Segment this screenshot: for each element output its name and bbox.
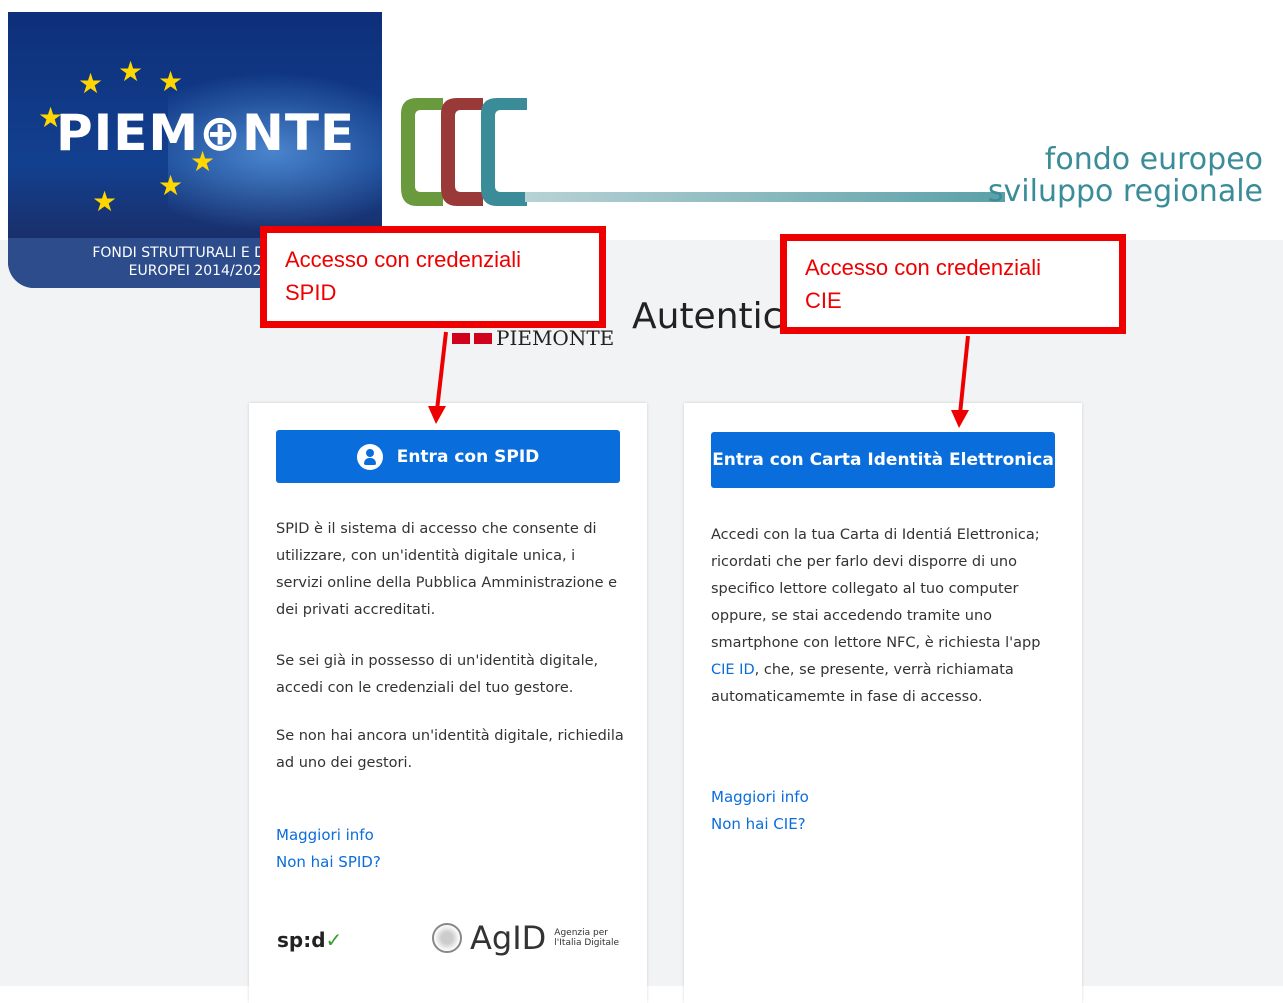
logo-text: PIEMONTE xyxy=(496,326,615,350)
spid-no-account-link[interactable]: Non hai SPID? xyxy=(276,849,381,876)
spid-login-button-label: Entra con SPID xyxy=(396,446,540,467)
spid-more-info-link[interactable]: Maggiori info xyxy=(276,822,381,849)
cie-annotation-line2: CIE xyxy=(805,288,842,313)
cie-no-account-link[interactable]: Non hai CIE? xyxy=(711,811,809,838)
spid-logo-text: sp:d xyxy=(277,928,326,952)
fesr-text: fondo europeo sviluppo regionale xyxy=(988,144,1263,208)
user-icon xyxy=(356,443,383,470)
agid-subtitle-line1: Agenzia per xyxy=(554,928,608,938)
fesr-ccc-mark xyxy=(401,98,527,206)
fesr-bar xyxy=(525,192,1005,202)
fesr-text-line2: sviluppo regionale xyxy=(987,174,1263,209)
cie-id-app-link[interactable]: CIE ID xyxy=(711,662,755,678)
eu-star-icon: ★ xyxy=(92,185,118,218)
spid-description-2: Se sei già in possesso di un'identità di… xyxy=(276,653,599,696)
logo-square-left xyxy=(452,332,470,344)
spid-login-button[interactable]: Entra con SPID xyxy=(276,430,620,483)
eu-star-icon: ★ xyxy=(158,65,184,98)
agid-logo-text: AgID xyxy=(470,919,547,957)
spid-annotation-line1: Accesso con credenziali xyxy=(285,247,522,272)
spid-card: Entra con SPID SPID è il sistema di acce… xyxy=(249,403,647,1003)
cie-description-text: Accedi con la tua Carta di Identiá Elett… xyxy=(711,527,1041,651)
spid-description-1: SPID è il sistema di accesso che consent… xyxy=(276,521,618,618)
cie-description-text-end: , che, se presente, verrà richiamata aut… xyxy=(711,662,1014,705)
spid-logo: sp:d✓ xyxy=(277,928,342,952)
cie-more-info-link[interactable]: Maggiori info xyxy=(711,784,809,811)
cie-card: Entra con Carta Identità Elettronica Acc… xyxy=(684,403,1082,1003)
spid-description-3: Se non hai ancora un'identità digitale, … xyxy=(276,728,624,771)
cie-annotation-line1: Accesso con credenziali xyxy=(805,255,1042,280)
eu-star-icon: ★ xyxy=(158,169,184,202)
agid-logo-subtitle: Agenzia per l'Italia Digitale xyxy=(554,928,619,948)
logo-square-right xyxy=(474,332,492,344)
eu-star-icon: ★ xyxy=(118,55,144,88)
spid-annotation-callout: Accesso con credenziali SPID xyxy=(260,226,606,328)
cie-login-button-label: Entra con Carta Identità Elettronica xyxy=(712,450,1054,470)
spid-annotation-line2: SPID xyxy=(285,280,337,305)
spid-links: Maggiori info Non hai SPID? xyxy=(276,822,381,876)
agid-subtitle-line2: l'Italia Digitale xyxy=(554,938,620,948)
fesr-text-line1: fondo europeo xyxy=(1044,142,1263,177)
piemonte-logo-subtitle-line2: EUROPEI 2014/202 xyxy=(128,263,262,279)
cie-annotation-callout: Accesso con credenziali CIE xyxy=(780,234,1126,334)
italian-emblem-icon xyxy=(432,923,462,953)
piemonte-logo-word: PIEM⊕NTE xyxy=(56,104,356,162)
cie-links: Maggiori info Non hai CIE? xyxy=(711,784,809,838)
cie-description: Accedi con la tua Carta di Identiá Elett… xyxy=(711,522,1061,711)
regione-piemonte-logo: PIEMONTE xyxy=(452,326,614,350)
spid-check-icon: ✓ xyxy=(325,928,343,952)
agid-logo: AgID Agenzia per l'Italia Digitale xyxy=(432,919,619,957)
eu-star-icon: ★ xyxy=(78,67,104,100)
fesr-logo: fondo europeo sviluppo regionale xyxy=(395,96,1275,216)
cie-login-button[interactable]: Entra con Carta Identità Elettronica xyxy=(711,432,1055,488)
